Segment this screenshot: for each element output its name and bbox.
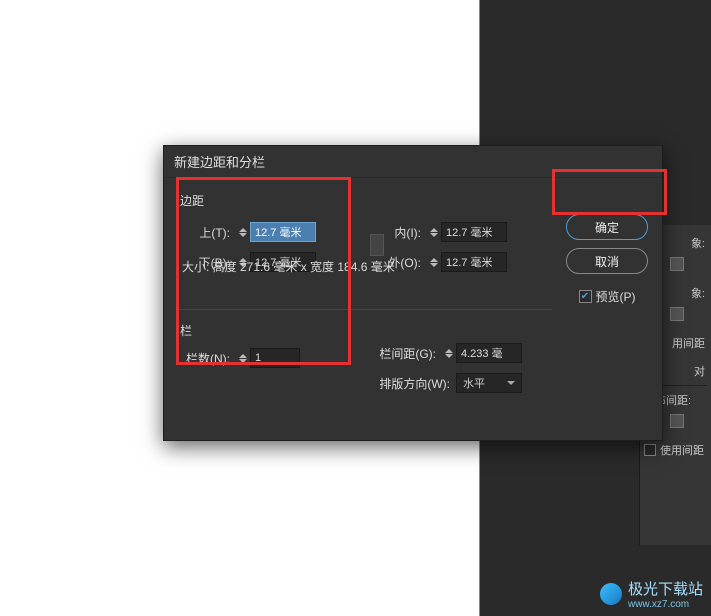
dialog-title: 新建边距和分栏 (164, 146, 662, 178)
columns-section-label: 栏 (180, 322, 300, 339)
cancel-button[interactable]: 取消 (566, 248, 648, 274)
new-margins-dialog: 新建边距和分栏 边距 上(T): 12.7 毫米 下(B): 12.7 毫米 (163, 145, 663, 441)
top-margin-spinner[interactable]: 12.7 毫米 (236, 221, 316, 243)
top-margin-input[interactable]: 12.7 毫米 (250, 222, 316, 242)
outside-margin-input[interactable]: 12.7 毫米 (441, 252, 507, 272)
margin-section-label: 边距 (180, 192, 646, 209)
stepper-arrows-icon[interactable] (442, 342, 456, 364)
column-count-spinner[interactable]: 1 (236, 347, 300, 369)
align-icon[interactable] (670, 257, 684, 271)
stepper-arrows-icon[interactable] (236, 347, 250, 369)
top-margin-label: 上(T): (180, 224, 236, 241)
ok-button-label: 确定 (595, 219, 619, 236)
watermark-text: 极光下载站 (628, 578, 703, 599)
checkbox-icon (644, 444, 656, 456)
outside-margin-spinner[interactable]: 12.7 毫米 (427, 251, 507, 273)
cancel-button-label: 取消 (595, 253, 619, 270)
checkbox-checked-icon: ✔ (579, 290, 592, 303)
preview-checkbox-row[interactable]: ✔ 预览(P) (579, 288, 636, 305)
watermark-url: www.xz7.com (628, 599, 703, 610)
watermark: 极光下载站 www.xz7.com (600, 578, 703, 610)
dist-icon[interactable] (670, 414, 684, 428)
gutter-input[interactable]: 4.233 毫 (456, 343, 522, 363)
direction-label: 排版方向(W): (374, 375, 456, 392)
direction-select[interactable]: 水平 (456, 373, 522, 393)
stepper-arrows-icon[interactable] (236, 221, 250, 243)
distribute-icon[interactable] (670, 307, 684, 321)
column-count-input[interactable]: 1 (250, 348, 300, 368)
gutter-spinner[interactable]: 4.233 毫 (442, 342, 522, 364)
inside-margin-input[interactable]: 12.7 毫米 (441, 222, 507, 242)
ok-button[interactable]: 确定 (566, 214, 648, 240)
size-readout: 大小: 高度 271.6 毫米 x 宽度 184.6 毫米 (182, 258, 395, 275)
stepper-arrows-icon[interactable] (427, 221, 441, 243)
direction-value: 水平 (463, 375, 485, 391)
gutter-label: 栏间距(G): (374, 345, 442, 362)
use-spacing2-label: 使用间距 (660, 442, 704, 458)
watermark-logo-icon (600, 583, 622, 605)
link-margins-icon[interactable] (370, 234, 384, 256)
preview-label: 预览(P) (596, 288, 636, 305)
dialog-divider (176, 309, 552, 310)
chevron-down-icon (507, 381, 515, 385)
inside-margin-spinner[interactable]: 12.7 毫米 (427, 221, 507, 243)
stepper-arrows-icon[interactable] (427, 251, 441, 273)
use-spacing-checkbox-row[interactable]: 使用间距 (644, 442, 707, 458)
column-count-label: 栏数(N): (180, 350, 236, 367)
